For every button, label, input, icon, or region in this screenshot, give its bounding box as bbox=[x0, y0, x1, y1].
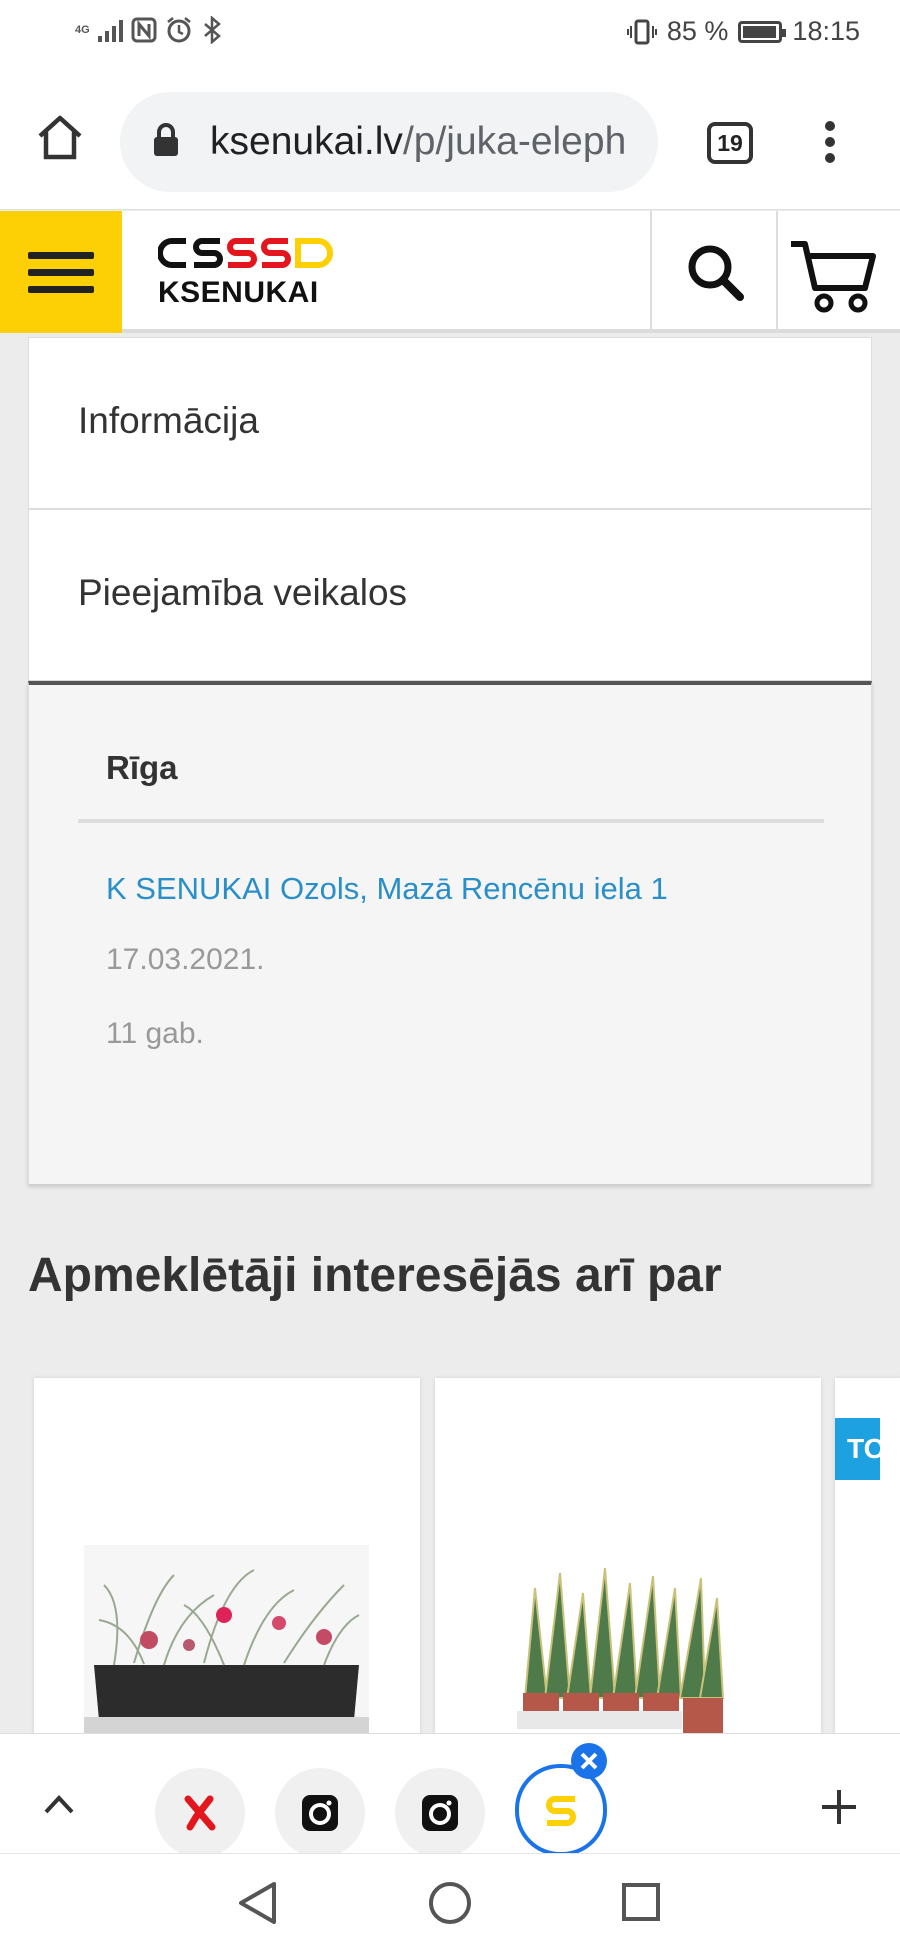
tab-thumbnail[interactable] bbox=[155, 1768, 245, 1858]
x-logo-icon bbox=[184, 1795, 216, 1831]
system-navigation-bar bbox=[0, 1853, 900, 1950]
url-path: /p/juka-eleph bbox=[402, 120, 627, 163]
product-card[interactable] bbox=[34, 1378, 420, 1738]
product-details: Informācija Pieejamība veikalos Rīga K S… bbox=[28, 337, 872, 1185]
battery-percent: 85 % bbox=[666, 16, 729, 46]
nfc-icon bbox=[131, 17, 157, 43]
senukai-s-icon bbox=[546, 1796, 576, 1826]
status-bar: 4G 85 % 18:15 bbox=[0, 0, 900, 70]
air-plants-image bbox=[84, 1545, 369, 1738]
city-heading: Rīga bbox=[106, 749, 178, 786]
browser-toolbar: ksenukai.lv/p/juka-eleph 19 bbox=[0, 70, 900, 210]
browser-tab-strip bbox=[0, 1733, 900, 1858]
search-button[interactable] bbox=[650, 211, 776, 333]
recommendations-heading: Apmeklētāji interesējās arī par bbox=[28, 1249, 722, 1302]
home-nav-icon[interactable] bbox=[428, 1881, 472, 1925]
search-icon bbox=[688, 245, 744, 301]
clock: 18:15 bbox=[792, 16, 860, 46]
back-icon[interactable] bbox=[236, 1880, 278, 1926]
snake-plants-image bbox=[517, 1567, 725, 1738]
network-type: 4G bbox=[75, 23, 90, 36]
home-icon[interactable] bbox=[36, 114, 84, 160]
signal-icon bbox=[97, 18, 123, 42]
address-bar[interactable]: ksenukai.lv/p/juka-eleph bbox=[120, 92, 658, 192]
logo-wordmark: KSENUKAI bbox=[158, 276, 319, 309]
url-text[interactable]: ksenukai.lv/p/juka-eleph bbox=[210, 120, 626, 164]
camera-app-icon bbox=[422, 1795, 458, 1831]
cart-button[interactable] bbox=[776, 211, 900, 333]
accordion-information-label: Informācija bbox=[78, 400, 259, 441]
product-badge: TO bbox=[835, 1418, 880, 1480]
tab-switcher-button[interactable]: 19 bbox=[707, 122, 753, 164]
url-domain: ksenukai.lv bbox=[210, 120, 403, 163]
site-header: KSENUKAI bbox=[0, 211, 900, 333]
availability-quantity: 11 gab. bbox=[106, 1017, 204, 1050]
battery-icon bbox=[738, 20, 787, 43]
accordion-information[interactable]: Informācija bbox=[28, 337, 872, 509]
product-card[interactable] bbox=[435, 1378, 821, 1738]
camera-app-icon bbox=[302, 1795, 338, 1831]
ksenukai-logo[interactable]: KSENUKAI bbox=[158, 236, 333, 309]
chevron-up-icon[interactable] bbox=[42, 1792, 76, 1816]
logo-mark bbox=[158, 238, 333, 268]
product-card[interactable]: TO bbox=[835, 1378, 900, 1738]
vibrate-icon bbox=[626, 19, 657, 44]
tab-thumbnail[interactable] bbox=[275, 1768, 365, 1858]
tab-thumbnail[interactable] bbox=[395, 1768, 485, 1858]
accordion-store-availability-label: Pieejamība veikalos bbox=[78, 572, 408, 613]
new-tab-icon[interactable] bbox=[820, 1788, 858, 1826]
close-tab-icon[interactable] bbox=[570, 1742, 608, 1780]
status-right-icons: 85 % 18:15 bbox=[626, 16, 860, 47]
bluetooth-icon bbox=[203, 16, 221, 44]
availability-date: 17.03.2021. bbox=[106, 943, 265, 976]
alarm-icon bbox=[166, 17, 191, 43]
lock-icon bbox=[154, 123, 178, 156]
accordion-store-availability[interactable]: Pieejamība veikalos bbox=[28, 509, 872, 681]
divider bbox=[78, 819, 824, 823]
status-left-icons: 4G bbox=[75, 16, 223, 44]
store-link[interactable]: K SENUKAI Ozols, Mazā Rencēnu iela 1 bbox=[106, 871, 668, 907]
hamburger-menu-button[interactable] bbox=[0, 211, 122, 333]
recents-icon[interactable] bbox=[621, 1882, 661, 1922]
store-availability-panel: Rīga K SENUKAI Ozols, Mazā Rencēnu iela … bbox=[28, 681, 872, 1185]
more-options-icon[interactable] bbox=[820, 120, 840, 164]
cart-icon bbox=[791, 241, 876, 313]
